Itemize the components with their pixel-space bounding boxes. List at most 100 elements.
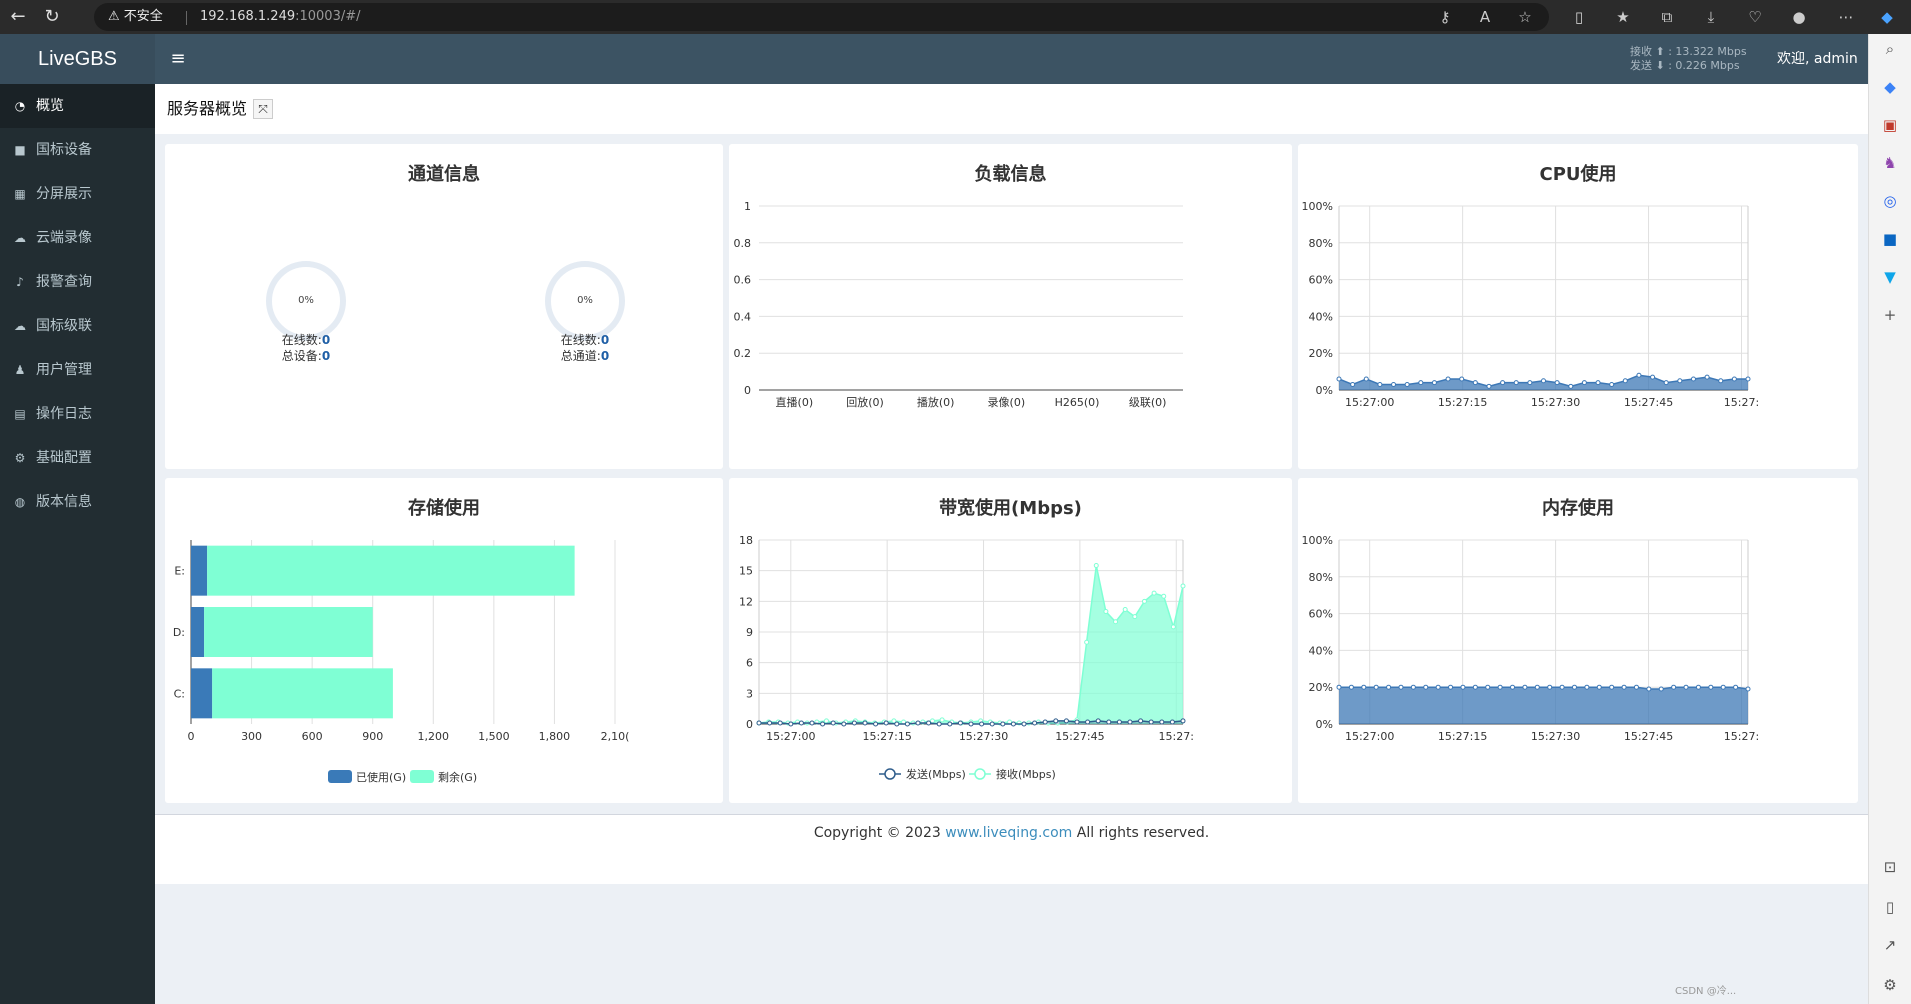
data-point <box>1161 593 1167 599</box>
bandwidth-chart: 0 3 6 9 12 15 18 15:27:00 15:27:15 15:27:30 15:27:… <box>739 534 1194 781</box>
read-aloud-icon[interactable]: A <box>1474 6 1496 28</box>
sidebar-item[interactable]: ■ 国标设备 <box>0 128 155 172</box>
split-screen-icon[interactable]: ▯ <box>1568 6 1590 28</box>
settings-gear-icon[interactable]: ⚙ <box>1879 974 1901 996</box>
profile-avatar-icon[interactable]: ● <box>1788 6 1810 28</box>
url-text[interactable]: 192.168.1.249:10003/#/ <box>200 7 361 27</box>
legend-label: 剩余(G) <box>438 770 477 784</box>
x-tick-label: 15:27:15 <box>1438 396 1487 409</box>
sidebar-toggle-icon[interactable]: ▯ <box>1879 896 1901 918</box>
address-bar[interactable]: ⚠ 不安全 192.168.1.249:10003/#/ <box>94 3 1549 31</box>
y-tick-label: 0 <box>746 718 753 731</box>
data-point <box>1151 590 1157 596</box>
data-point <box>1609 684 1615 690</box>
bandwidth-usage-panel: 带宽使用(Mbps) 0 3 6 9 12 15 18 15:27:00 15:27:15 15:… <box>729 478 1292 803</box>
sidebar-item[interactable]: ♪ 报警查询 <box>0 260 155 304</box>
data-point <box>926 720 932 726</box>
x-tick-label: 15:27:45 <box>1055 730 1104 743</box>
data-point <box>1042 719 1048 725</box>
data-point <box>1000 721 1006 727</box>
browser-side-panel: ⌕ ◆ ▣ ♞ ◎ ■ ▼ + ⊡ ▯ ↗ ⚙ <box>1868 34 1911 1004</box>
download-icon[interactable]: ⤓ <box>1700 6 1722 28</box>
y-tick-label: 20% <box>1309 681 1333 694</box>
x-tick-label: 直播(0) <box>776 395 814 409</box>
data-point <box>1106 719 1112 725</box>
data-point <box>1513 380 1519 386</box>
y-tick-label: 100% <box>1302 534 1333 547</box>
website-link[interactable]: www.liveqing.com <box>945 825 1072 841</box>
cpu-chart: 0% 20% 40% 60% 80% 100% 15:27:00 15:27:15 15:27:… <box>1302 200 1760 409</box>
y-tick-label: E: <box>174 565 185 578</box>
key-icon[interactable]: ⚷ <box>1434 6 1456 28</box>
legend-label: 接收(Mbps) <box>996 767 1056 781</box>
data-point <box>929 718 935 724</box>
bar-segment <box>191 668 213 719</box>
sidebar-item[interactable]: ⚙ 基础配置 <box>0 436 155 480</box>
x-tick-label: 15:27:30 <box>1531 730 1580 743</box>
data-point <box>968 721 974 727</box>
external-link-icon[interactable]: ↗ <box>1879 934 1901 956</box>
menu-toggle-icon[interactable]: ≡ <box>167 48 189 70</box>
data-point <box>1609 381 1615 387</box>
toolbox-icon[interactable]: ▣ <box>1879 114 1901 136</box>
add-icon[interactable]: + <box>1879 304 1901 326</box>
back-arrow-icon[interactable]: ← <box>6 5 30 29</box>
data-point <box>1410 684 1416 690</box>
sidebar-item-label: 报警查询 <box>36 274 92 290</box>
user-welcome[interactable]: 欢迎, admin <box>1777 50 1858 68</box>
data-point <box>1584 684 1590 690</box>
sidebar-item[interactable]: ▤ 操作日志 <box>0 392 155 436</box>
x-tick-label: 15:27: <box>1724 730 1759 743</box>
outlook-icon[interactable]: ■ <box>1879 228 1901 250</box>
x-tick-label: 级联(0) <box>1129 396 1167 409</box>
reload-icon[interactable]: ↻ <box>40 5 64 29</box>
data-point <box>777 720 783 726</box>
sidebar-item[interactable]: ♟ 用户管理 <box>0 348 155 392</box>
data-point <box>1336 376 1342 382</box>
more-options-icon[interactable]: ⋯ <box>1835 6 1857 28</box>
data-point <box>1690 376 1696 382</box>
data-point <box>1485 684 1491 690</box>
data-point <box>1021 721 1027 727</box>
data-point <box>1745 376 1751 382</box>
sidebar-item-label: 分屏展示 <box>36 186 92 202</box>
screenshot-icon[interactable]: ⊡ <box>1879 856 1901 878</box>
sidebar-item[interactable]: ☁ 国标级联 <box>0 304 155 348</box>
data-point <box>1095 718 1101 724</box>
tag-icon[interactable]: ◆ <box>1879 76 1901 98</box>
data-point <box>873 721 879 727</box>
office-icon[interactable]: ◎ <box>1879 190 1901 212</box>
data-point <box>1435 684 1441 690</box>
x-tick-label: 15:27:30 <box>959 730 1008 743</box>
collections-icon[interactable]: ⧉ <box>1656 6 1678 28</box>
legend-marker <box>328 770 352 783</box>
x-tick-label: 15:27:45 <box>1624 730 1673 743</box>
url-divider <box>186 11 187 25</box>
x-tick-label: 15:27: <box>1724 396 1759 409</box>
cloud-icon: ☁ <box>14 231 26 245</box>
sidebar-item[interactable]: ◔ 概览 <box>0 84 155 128</box>
x-tick-label: 15:27: <box>1159 730 1194 743</box>
sidebar-item[interactable]: ◍ 版本信息 <box>0 480 155 524</box>
y-tick-label: C: <box>174 687 185 700</box>
search-icon[interactable]: ⌕ <box>1879 38 1901 60</box>
data-point <box>1731 376 1737 382</box>
data-point <box>1595 380 1601 386</box>
copilot-icon[interactable]: ◆ <box>1876 6 1898 28</box>
sidebar-item[interactable]: ☁ 云端录像 <box>0 216 155 260</box>
fullscreen-toggle-button[interactable]: ⤧ <box>253 99 273 119</box>
favorite-star-icon[interactable]: ☆ <box>1514 6 1536 28</box>
favorites-icon[interactable]: ★ <box>1612 6 1634 28</box>
channel-online: 在线数:0 <box>560 333 610 347</box>
data-point <box>1350 381 1356 387</box>
x-tick-label: 播放(0) <box>917 395 955 409</box>
games-icon[interactable]: ♞ <box>1879 152 1901 174</box>
drop-icon[interactable]: ▼ <box>1879 266 1901 288</box>
legend-label: 发送(Mbps) <box>906 767 966 781</box>
legend-label: 已使用(G) <box>356 771 406 784</box>
sidebar-item[interactable]: ▦ 分屏展示 <box>0 172 155 216</box>
data-point <box>1658 686 1664 692</box>
app-logo[interactable]: LiveGBS <box>0 34 155 84</box>
health-icon[interactable]: ♡ <box>1744 6 1766 28</box>
not-secure-label[interactable]: ⚠ 不安全 <box>108 7 163 27</box>
